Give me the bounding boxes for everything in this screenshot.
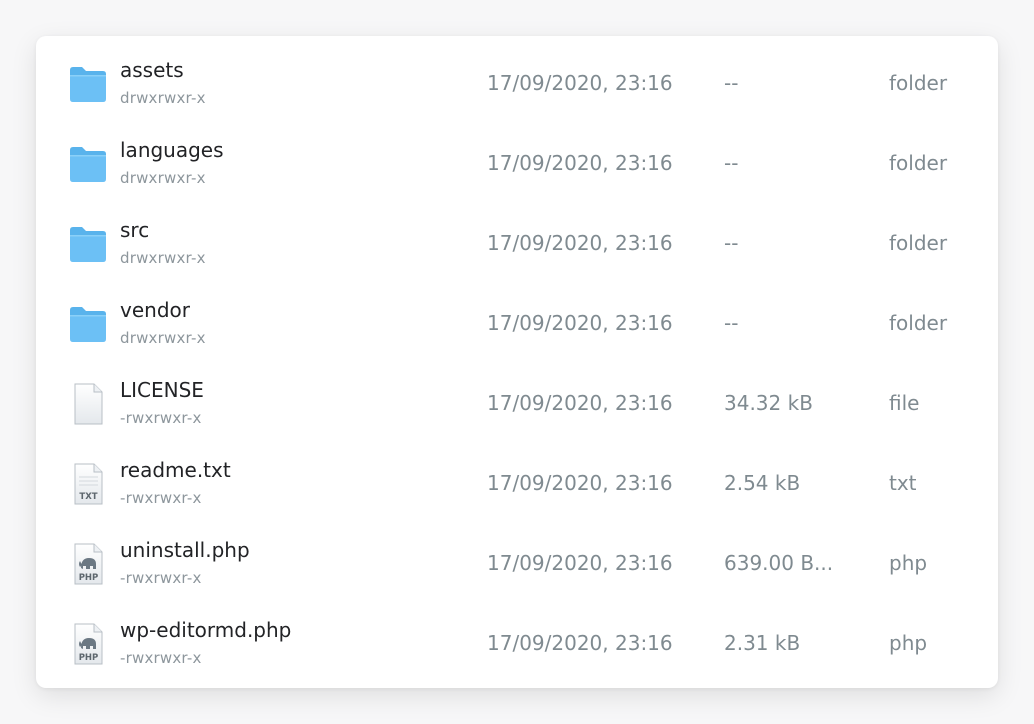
txt-icon-label: TXT <box>79 492 97 502</box>
folder-icon <box>68 142 108 186</box>
php-file-icon: PHP <box>68 542 108 586</box>
file-permissions: drwxrwxr-x <box>120 249 206 267</box>
php-icon-label: PHP <box>79 573 99 583</box>
file-permissions: drwxrwxr-x <box>120 89 206 107</box>
file-type: file <box>889 391 920 415</box>
file-size: 2.31 kB <box>724 631 801 655</box>
file-permissions: -rwxrwxr-x <box>120 569 202 587</box>
file-modified-date: 17/09/2020, 23:16 <box>487 471 673 495</box>
file-name: vendor <box>120 298 190 322</box>
file-row-wp-editormd[interactable]: PHP wp-editormd.php -rwxrwxr-x 17/09/202… <box>36 600 998 680</box>
file-size: 2.54 kB <box>724 471 801 495</box>
file-size: -- <box>724 151 739 175</box>
file-permissions: drwxrwxr-x <box>120 329 206 347</box>
file-modified-date: 17/09/2020, 23:16 <box>487 551 673 575</box>
file-size: -- <box>724 231 739 255</box>
file-row-uninstall[interactable]: PHP uninstall.php -rwxrwxr-x 17/09/2020,… <box>36 520 998 600</box>
file-name: assets <box>120 58 184 82</box>
file-name: uninstall.php <box>120 538 250 562</box>
file-type: php <box>889 551 928 575</box>
file-permissions: drwxrwxr-x <box>120 169 206 187</box>
file-permissions: -rwxrwxr-x <box>120 409 202 427</box>
php-file-icon: PHP <box>68 622 108 666</box>
file-name: readme.txt <box>120 458 231 482</box>
file-type: folder <box>889 151 948 175</box>
file-modified-date: 17/09/2020, 23:16 <box>487 311 673 335</box>
file-list-panel: assets drwxrwxr-x 17/09/2020, 23:16 -- f… <box>36 36 998 688</box>
file-permissions: -rwxrwxr-x <box>120 489 202 507</box>
file-modified-date: 17/09/2020, 23:16 <box>487 391 673 415</box>
file-size: 34.32 kB <box>724 391 813 415</box>
file-size: 639.00 B... <box>724 551 834 575</box>
file-row-languages[interactable]: languages drwxrwxr-x 17/09/2020, 23:16 -… <box>36 120 998 200</box>
file-row-assets[interactable]: assets drwxrwxr-x 17/09/2020, 23:16 -- f… <box>36 40 998 120</box>
file-type: php <box>889 631 928 655</box>
file-type: folder <box>889 231 948 255</box>
file-modified-date: 17/09/2020, 23:16 <box>487 231 673 255</box>
file-row-src[interactable]: src drwxrwxr-x 17/09/2020, 23:16 -- fold… <box>36 200 998 280</box>
file-row-license[interactable]: LICENSE -rwxrwxr-x 17/09/2020, 23:16 34.… <box>36 360 998 440</box>
file-name: languages <box>120 138 224 162</box>
file-size: -- <box>724 311 739 335</box>
file-name: wp-editormd.php <box>120 618 292 642</box>
file-row-readme[interactable]: TXT readme.txt -rwxrwxr-x 17/09/2020, 23… <box>36 440 998 520</box>
file-name: LICENSE <box>120 378 204 402</box>
folder-icon <box>68 62 108 106</box>
file-type: folder <box>889 311 948 335</box>
generic-file-icon <box>68 382 108 426</box>
folder-icon <box>68 302 108 346</box>
file-modified-date: 17/09/2020, 23:16 <box>487 151 673 175</box>
file-row-vendor[interactable]: vendor drwxrwxr-x 17/09/2020, 23:16 -- f… <box>36 280 998 360</box>
txt-file-icon: TXT <box>68 462 108 506</box>
file-type: folder <box>889 71 948 95</box>
php-icon-label: PHP <box>79 653 99 663</box>
folder-icon <box>68 222 108 266</box>
file-size: -- <box>724 71 739 95</box>
file-name: src <box>120 218 150 242</box>
file-browser-stage: assets drwxrwxr-x 17/09/2020, 23:16 -- f… <box>0 0 1034 724</box>
file-type: txt <box>889 471 917 495</box>
file-permissions: -rwxrwxr-x <box>120 649 202 667</box>
file-modified-date: 17/09/2020, 23:16 <box>487 631 673 655</box>
file-modified-date: 17/09/2020, 23:16 <box>487 71 673 95</box>
